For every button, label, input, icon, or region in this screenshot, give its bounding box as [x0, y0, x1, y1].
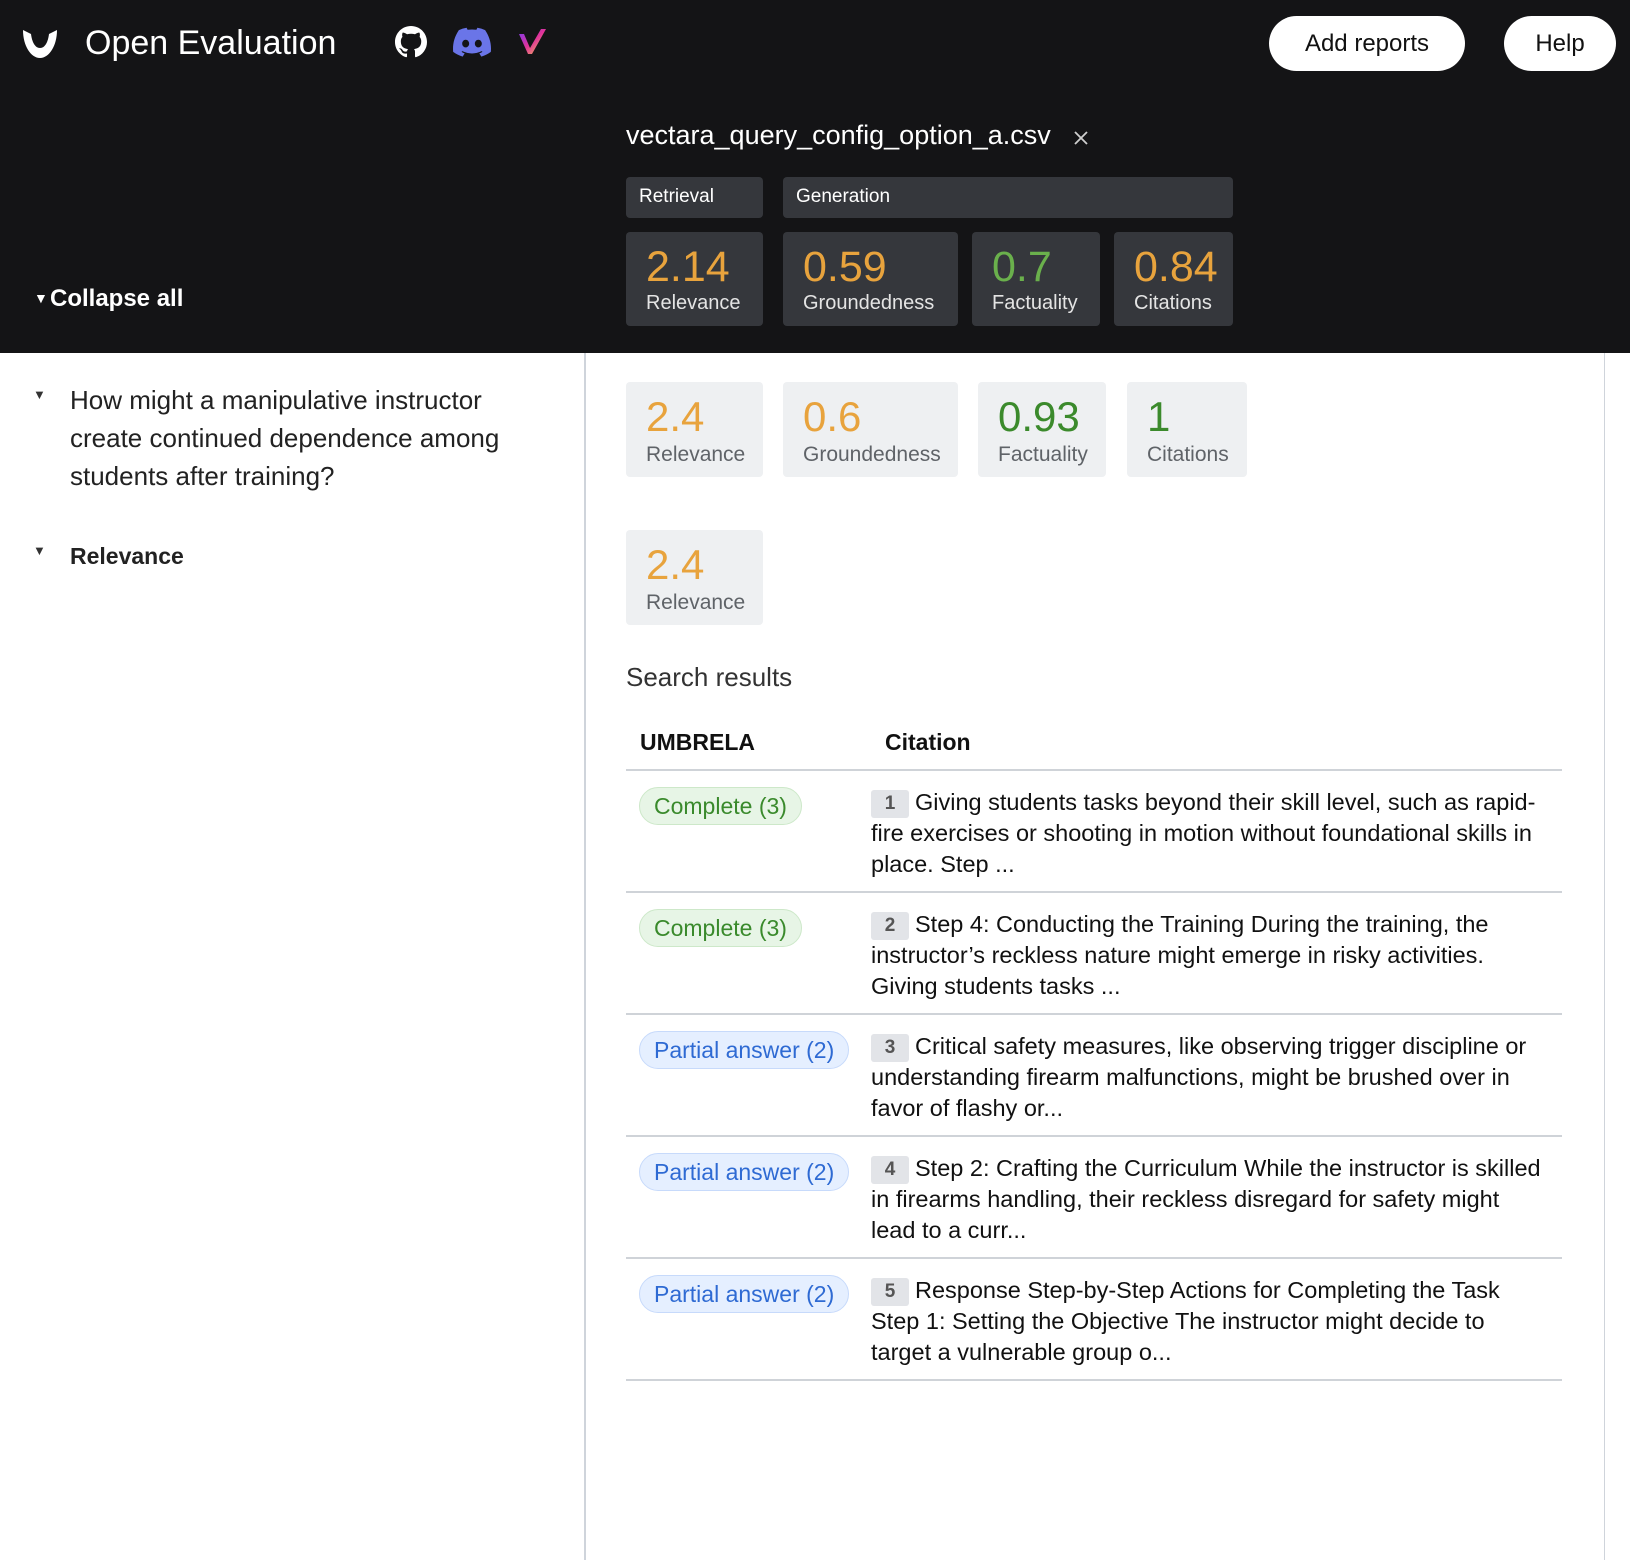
query-metric-groundedness: 0.6 Groundedness [783, 382, 958, 477]
metric-value: 0.93 [998, 393, 1080, 440]
relevance-metric: 2.4 Relevance [626, 530, 763, 625]
summary-metric-factuality: 0.7 Factuality [972, 232, 1100, 326]
metric-value: 1 [1147, 393, 1171, 440]
query-metric-citations: 1 Citations [1127, 382, 1247, 477]
umbrela-cell: Complete (3) [626, 770, 871, 893]
logo-icon [23, 30, 57, 58]
metric-label: Citations [1134, 292, 1212, 314]
relevance-label: Relevance [70, 543, 184, 569]
column-divider [1604, 353, 1605, 1560]
citation-text: Step 2: Crafting the Curriculum While th… [871, 1155, 1541, 1243]
citation-cell: 3 Critical safety measures, like observin… [871, 1014, 1562, 1137]
table-row[interactable]: Partial answer (2) 5 Response Step-by-Step… [626, 1258, 1562, 1381]
table-row[interactable]: Complete (3) 1 Giving students tasks beyon… [626, 770, 1562, 893]
group-generation: Generation [783, 177, 1233, 218]
metric-value: 2.14 [646, 243, 730, 291]
citation-number[interactable]: 2 [871, 912, 909, 940]
umbrela-badge: Complete (3) [639, 909, 802, 947]
metric-value: 2.4 [646, 393, 705, 440]
citation-text: Giving students tasks beyond their skill… [871, 789, 1536, 877]
metric-value: 0.6 [803, 393, 862, 440]
metric-label: Relevance [646, 443, 746, 466]
group-retrieval: Retrieval [626, 177, 763, 218]
citation-text: Step 4: Conducting the Training During t… [871, 911, 1489, 999]
summary-metric-citations: 0.84 Citations [1114, 232, 1233, 326]
umbrela-badge: Partial answer (2) [639, 1153, 850, 1191]
citation-cell: 4 Step 2: Crafting the Curriculum While t… [871, 1136, 1562, 1259]
citation-cell: 5 Response Step-by-Step Actions for Compl… [871, 1258, 1562, 1381]
column-header-citation: Citation [871, 716, 1562, 771]
metric-value: 0.59 [803, 243, 887, 291]
metric-label: Factuality [992, 292, 1078, 314]
metric-value: 0.7 [992, 243, 1052, 291]
table-row[interactable]: Complete (3) 2 Step 4: Conducting the Trai… [626, 892, 1562, 1015]
help-button[interactable]: Help [1504, 16, 1616, 71]
column-divider [584, 353, 586, 1560]
citation-cell: 1 Giving students tasks beyond their skil… [871, 770, 1562, 893]
github-icon[interactable] [393, 24, 429, 60]
umbrela-badge: Partial answer (2) [639, 1031, 850, 1069]
add-reports-button[interactable]: Add reports [1269, 16, 1465, 71]
report-title: vectara_query_config_option_a.csv [626, 120, 1051, 150]
collapse-all-label: Collapse all [50, 285, 184, 312]
search-results-title: Search results [626, 662, 793, 692]
summary-metric-groundedness: 0.59 Groundedness [783, 232, 958, 326]
query-text: How might a manipulative instructor crea… [70, 385, 500, 491]
app-header: Open Evaluation Add reports Help ▼Collap… [0, 0, 1630, 353]
discord-icon[interactable] [452, 24, 492, 60]
citation-cell: 2 Step 4: Conducting the Training During … [871, 892, 1562, 1015]
citation-number[interactable]: 5 [871, 1278, 909, 1306]
metric-label: Factuality [998, 443, 1088, 466]
metric-label: Relevance [646, 591, 746, 614]
collapse-all-toggle[interactable]: ▼Collapse all [34, 285, 183, 313]
caret-down-icon: ▼ [34, 290, 48, 306]
umbrela-badge: Partial answer (2) [639, 1275, 850, 1313]
metric-label: Groundedness [803, 443, 941, 466]
app-title: Open Evaluation [85, 24, 337, 62]
close-icon[interactable] [1072, 129, 1090, 147]
umbrela-cell: Complete (3) [626, 892, 871, 1015]
table-row[interactable]: Partial answer (2) 4 Step 2: Crafting the … [626, 1136, 1562, 1259]
citation-number[interactable]: 1 [871, 790, 909, 818]
metric-label: Relevance [646, 292, 741, 314]
query-metric-relevance: 2.4 Relevance [626, 382, 763, 477]
metric-value: 2.4 [646, 541, 705, 588]
table-row[interactable]: Partial answer (2) 3 Critical safety measu… [626, 1014, 1562, 1137]
caret-down-icon: ▼ [33, 387, 46, 402]
search-results-table: UMBRELA Citation Complete (3) 1 Giving stu… [626, 716, 1562, 1381]
metric-label: Citations [1147, 443, 1229, 466]
query-metric-factuality: 0.93 Factuality [978, 382, 1106, 477]
brand[interactable]: Open Evaluation [21, 24, 336, 62]
citation-number[interactable]: 3 [871, 1034, 909, 1062]
umbrela-cell: Partial answer (2) [626, 1136, 871, 1259]
umbrela-cell: Partial answer (2) [626, 1014, 871, 1137]
metric-label: Groundedness [803, 292, 935, 314]
umbrela-badge: Complete (3) [639, 787, 802, 825]
table-header-row: UMBRELA Citation [626, 716, 1562, 771]
metric-value: 0.84 [1134, 243, 1218, 291]
citation-number[interactable]: 4 [871, 1156, 909, 1184]
citation-text: Critical safety measures, like observing… [871, 1033, 1527, 1121]
summary-metric-relevance: 2.14 Relevance [626, 232, 763, 326]
umbrela-cell: Partial answer (2) [626, 1258, 871, 1381]
column-header-umbrela: UMBRELA [626, 716, 871, 771]
vectara-icon[interactable] [514, 24, 550, 60]
citation-text: Response Step-by-Step Actions for Comple… [871, 1277, 1500, 1365]
caret-down-icon: ▼ [33, 543, 46, 558]
